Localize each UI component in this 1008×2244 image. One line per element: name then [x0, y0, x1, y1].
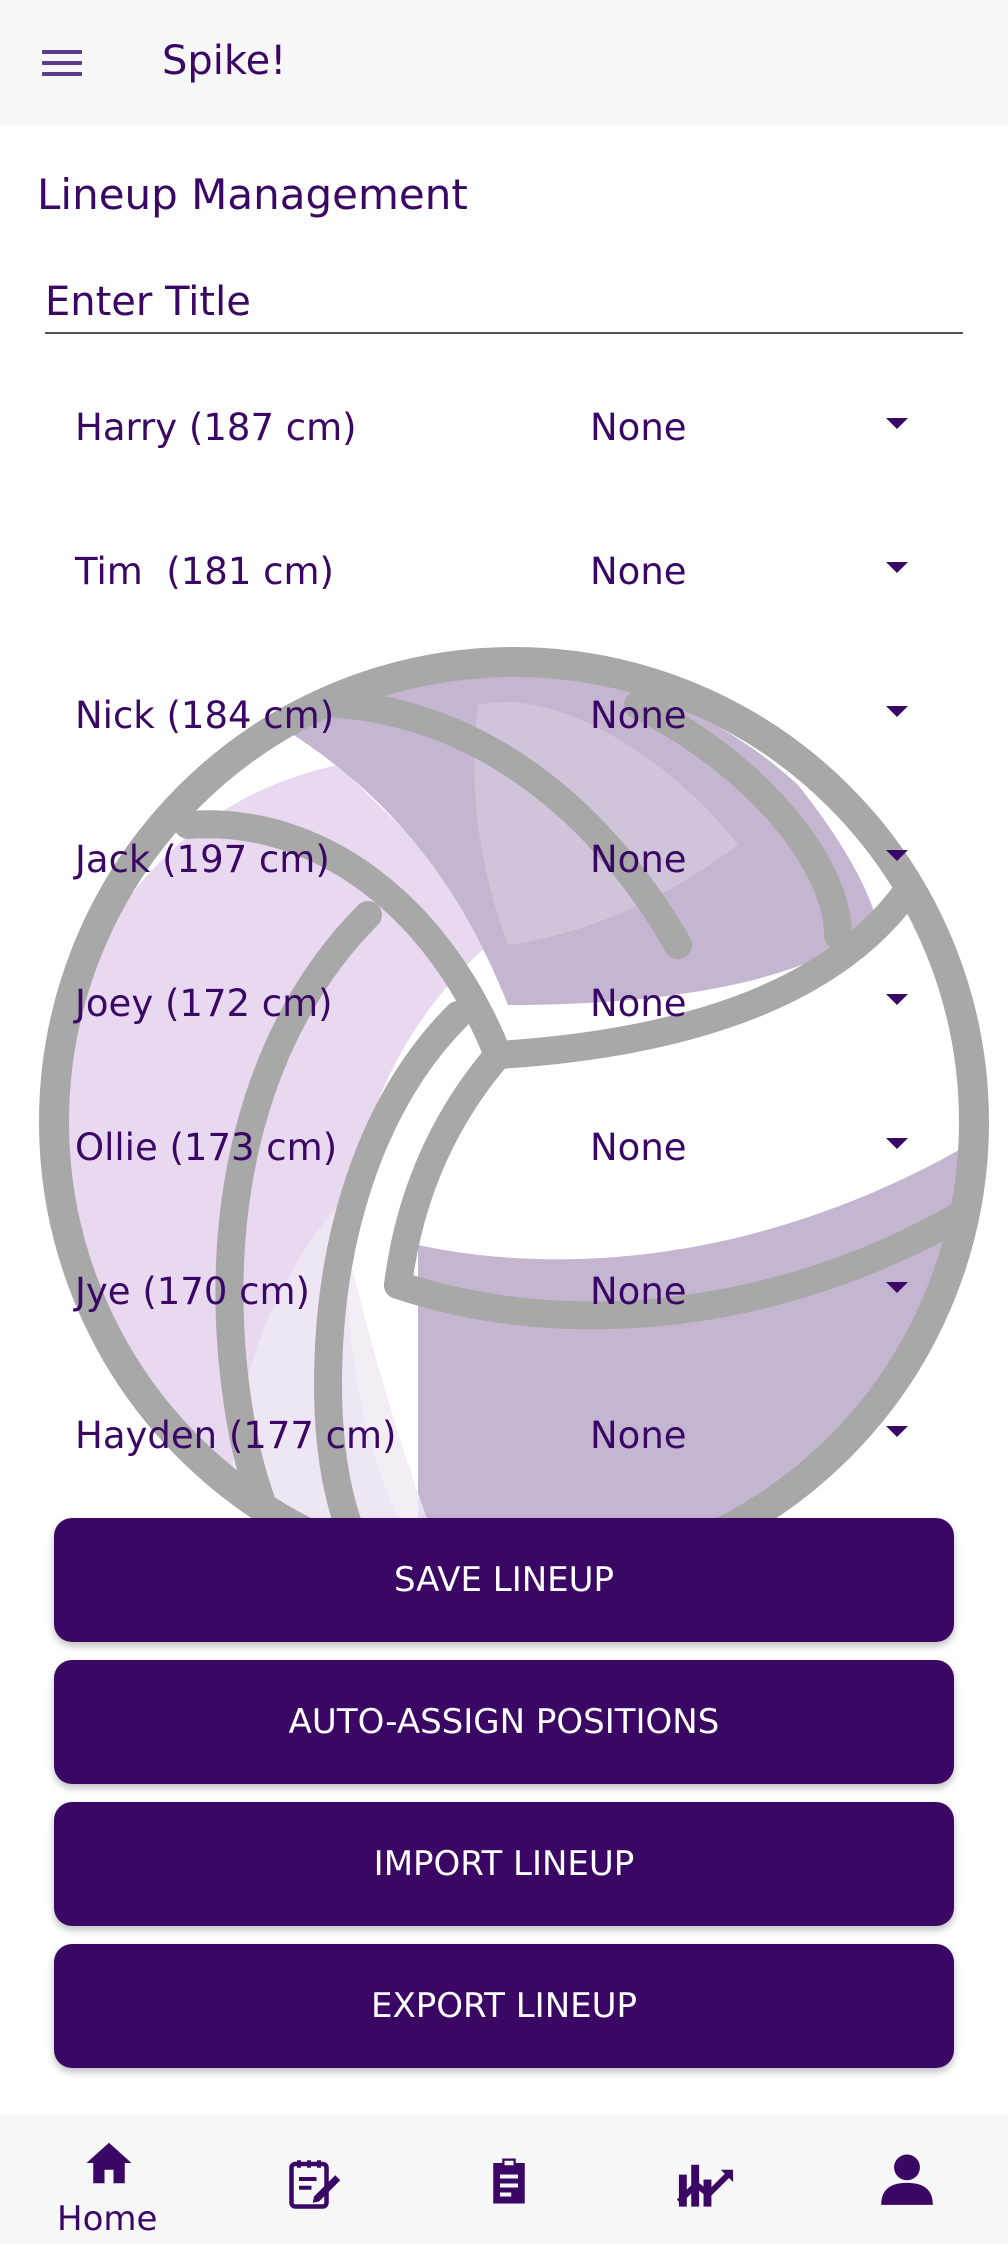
nav-clipboard[interactable]	[468, 2114, 558, 2244]
position-dropdown[interactable]: None	[575, 964, 925, 1044]
position-dropdown[interactable]: None	[575, 676, 925, 756]
position-dropdown[interactable]: None	[575, 388, 925, 468]
player-row: Ollie (173 cm) None	[0, 1078, 1008, 1222]
bottom-navigation: Home	[0, 2114, 1008, 2244]
player-row: Nick (184 cm) None	[0, 646, 1008, 790]
player-row: Hayden (177 cm) None	[0, 1366, 1008, 1510]
dropdown-arrow-icon	[886, 418, 908, 429]
dropdown-arrow-icon	[886, 1282, 908, 1293]
position-value: None	[590, 406, 687, 449]
player-name: Ollie (173 cm)	[75, 1126, 338, 1169]
chart-icon	[676, 2164, 734, 2207]
position-dropdown[interactable]: None	[575, 532, 925, 612]
nav-home[interactable]: Home	[40, 2114, 180, 2244]
dropdown-arrow-icon	[886, 706, 908, 717]
player-list: Harry (187 cm) None Tim (181 cm) None Ni…	[0, 358, 1008, 1510]
position-dropdown[interactable]: None	[575, 1396, 925, 1476]
position-value: None	[590, 694, 687, 737]
player-row: Joey (172 cm) None	[0, 934, 1008, 1078]
dropdown-arrow-icon	[886, 1426, 908, 1437]
position-value: None	[590, 982, 687, 1025]
app-title: Spike!	[162, 38, 287, 84]
position-value: None	[590, 1414, 687, 1457]
nav-stats[interactable]	[666, 2114, 756, 2244]
player-name: Jack (197 cm)	[75, 838, 330, 881]
dropdown-arrow-icon	[886, 1138, 908, 1149]
import-lineup-button[interactable]: IMPORT LINEUP	[54, 1802, 954, 1926]
player-name: Harry (187 cm)	[75, 406, 357, 449]
auto-assign-positions-button[interactable]: AUTO-ASSIGN POSITIONS	[54, 1660, 954, 1784]
dropdown-arrow-icon	[886, 562, 908, 573]
nav-profile[interactable]	[862, 2114, 952, 2244]
position-dropdown[interactable]: None	[575, 820, 925, 900]
nav-notes[interactable]	[270, 2114, 360, 2244]
player-name: Hayden (177 cm)	[75, 1414, 397, 1457]
title-input[interactable]	[45, 272, 963, 334]
hamburger-menu-icon[interactable]	[38, 46, 88, 80]
player-name: Nick (184 cm)	[75, 694, 335, 737]
position-value: None	[590, 1270, 687, 1313]
position-value: None	[590, 838, 687, 881]
position-value: None	[590, 550, 687, 593]
player-name: Jye (170 cm)	[75, 1270, 310, 1313]
export-lineup-button[interactable]: EXPORT LINEUP	[54, 1944, 954, 2068]
app-bar: Spike!	[0, 0, 1008, 126]
save-lineup-button[interactable]: SAVE LINEUP	[54, 1518, 954, 1642]
person-icon	[881, 2154, 933, 2205]
dropdown-arrow-icon	[886, 850, 908, 861]
nav-home-label: Home	[57, 2199, 158, 2239]
position-dropdown[interactable]: None	[575, 1252, 925, 1332]
page-title: Lineup Management	[37, 170, 468, 219]
player-name: Tim (181 cm)	[75, 550, 334, 593]
dropdown-arrow-icon	[886, 994, 908, 1005]
player-row: Tim (181 cm) None	[0, 502, 1008, 646]
position-dropdown[interactable]: None	[575, 1108, 925, 1188]
clipboard-icon	[493, 2158, 525, 2204]
player-row: Jye (170 cm) None	[0, 1222, 1008, 1366]
player-row: Jack (197 cm) None	[0, 790, 1008, 934]
home-icon	[86, 2142, 132, 2184]
position-value: None	[590, 1126, 687, 1169]
player-row: Harry (187 cm) None	[0, 358, 1008, 502]
notebook-edit-icon	[289, 2160, 341, 2209]
player-name: Joey (172 cm)	[75, 982, 333, 1025]
